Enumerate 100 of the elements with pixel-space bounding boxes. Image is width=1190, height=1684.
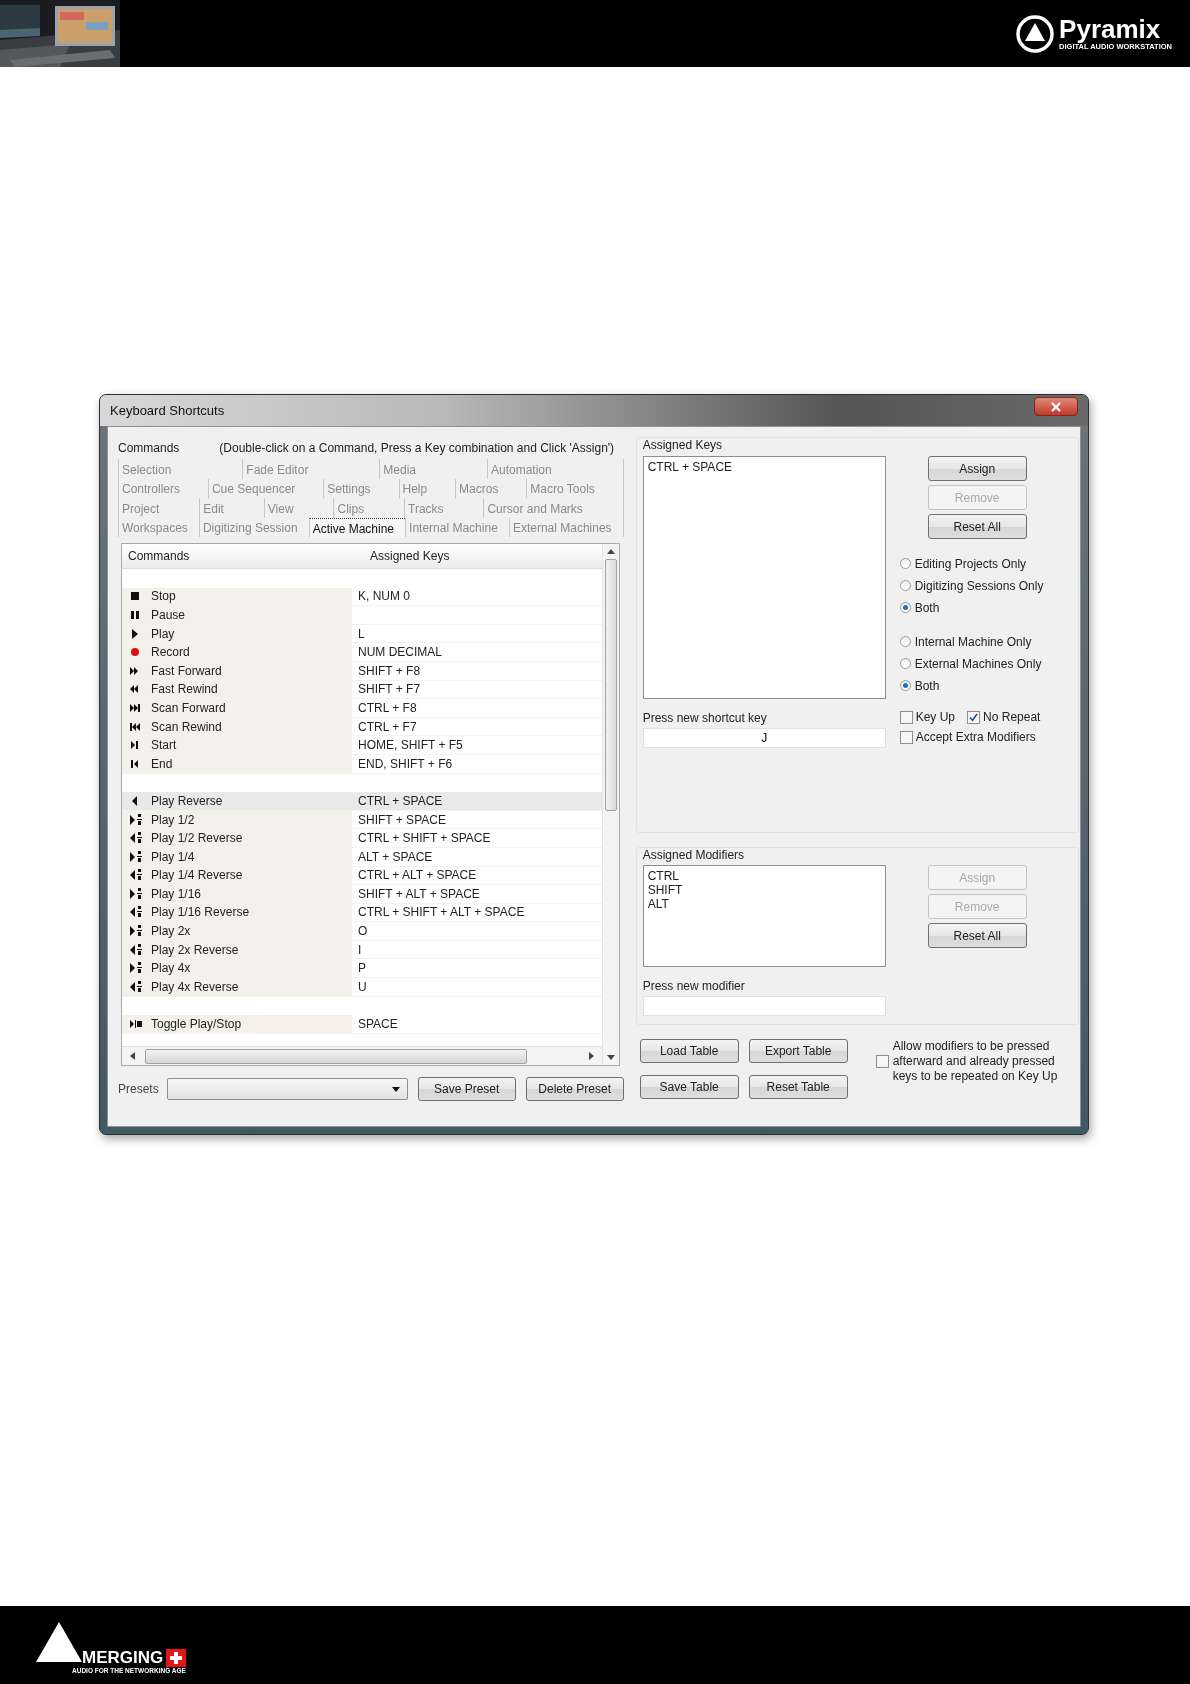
command-name[interactable]: Play 1/2 — [151, 812, 195, 827]
modifier-field[interactable] — [642, 996, 886, 1016]
command-name[interactable]: Play 2x — [151, 924, 191, 939]
checkbox[interactable] — [899, 710, 913, 724]
column-header[interactable]: Commands — [122, 544, 364, 568]
assigned-key: K, NUM 0 — [358, 589, 410, 604]
radio-button[interactable] — [899, 602, 911, 613]
command-name[interactable]: Record — [151, 645, 190, 660]
scrollbar-thumb[interactable] — [145, 1048, 527, 1064]
radio-label: Digitizing Sessions Only — [914, 578, 1044, 593]
stop-icon — [130, 590, 142, 603]
command-name[interactable]: End — [151, 756, 173, 771]
skip-back-icon — [130, 720, 142, 733]
presets-label: Presets — [118, 1082, 159, 1096]
table-button[interactable]: Load Table — [639, 1039, 739, 1063]
assigned-key: CTRL + ALT + SPACE — [358, 868, 477, 883]
scroll-down-icon — [606, 1055, 615, 1060]
triangle-logo-icon — [1015, 13, 1056, 54]
scroll-left-icon — [130, 1052, 135, 1060]
play-stop-icon — [130, 1018, 142, 1031]
radio-button[interactable] — [899, 558, 911, 569]
command-name[interactable]: Play 4x — [151, 961, 191, 976]
reverse-speed-icon — [130, 943, 142, 956]
table-button[interactable]: Export Table — [748, 1039, 848, 1063]
preset-button[interactable]: Delete Preset — [525, 1077, 624, 1101]
assigned-key: NUM DECIMAL — [358, 645, 442, 660]
reverse-speed-icon — [130, 980, 142, 993]
command-name[interactable]: Play — [151, 626, 175, 641]
assigned-key: ALT + SPACE — [358, 849, 433, 864]
modifier-button[interactable]: Reset All — [927, 923, 1027, 948]
scrollbar-thumb[interactable] — [604, 559, 617, 811]
record-icon — [130, 646, 142, 659]
list-item[interactable]: SHIFT — [647, 883, 881, 897]
checkbox-label: Key Up — [915, 710, 956, 724]
dropdown-caret-icon — [391, 1086, 400, 1092]
shortcut-field[interactable]: J — [642, 728, 886, 748]
list-item[interactable]: CTRL + SPACE — [647, 460, 881, 474]
assigned-key: O — [358, 924, 368, 939]
checkbox[interactable] — [967, 710, 981, 724]
assigned-key: P — [358, 961, 366, 976]
list-item[interactable]: CTRL — [647, 869, 881, 883]
close-icon — [1050, 401, 1062, 412]
radio-button[interactable] — [899, 580, 911, 591]
preset-button[interactable]: Save Preset — [417, 1077, 516, 1101]
presets-dropdown[interactable] — [166, 1078, 408, 1100]
assigned-key: U — [358, 979, 367, 994]
close-button[interactable] — [1034, 397, 1078, 416]
checkbox-label: No Repeat — [983, 710, 1041, 724]
assigned-key: SHIFT + F8 — [358, 663, 421, 678]
field-label: Press new modifier — [642, 979, 746, 993]
commands-label: Commands — [118, 441, 180, 455]
horizontal-scrollbar[interactable] — [122, 1046, 602, 1065]
radio-label: Editing Projects Only — [914, 556, 1027, 571]
assigned-key: END, SHIFT + F6 — [358, 756, 453, 771]
window-title: Keyboard Shortcuts — [110, 403, 225, 418]
list-item[interactable]: ALT — [647, 897, 881, 911]
cross-flag-icon — [166, 1649, 187, 1667]
command-name[interactable]: Play 1/4 — [151, 849, 195, 864]
assigned-key: L — [358, 626, 365, 641]
group-label: Assigned Modifiers — [642, 848, 746, 862]
assigned-keys-list[interactable]: CTRL + SPACE — [642, 456, 886, 699]
assigned-key: SPACE — [358, 1017, 398, 1032]
assigned-modifiers-list[interactable]: CTRL SHIFT ALT — [642, 865, 886, 967]
radio-button[interactable] — [899, 680, 911, 691]
column-header[interactable]: Assigned Keys — [364, 544, 602, 568]
checkbox-label: Accept Extra Modifiers — [915, 730, 1036, 744]
assigned-key: CTRL + F7 — [358, 719, 417, 734]
play-speed-icon — [130, 850, 142, 863]
assigned-key: CTRL + SPACE — [358, 793, 443, 808]
radio-label: Both — [914, 600, 940, 615]
brand-name: Pyramix — [1059, 16, 1162, 42]
assigned-key: SHIFT + ALT + SPACE — [358, 886, 480, 901]
pause-icon — [130, 609, 142, 621]
table-button[interactable]: Save Table — [639, 1075, 739, 1099]
play-speed-icon — [130, 925, 142, 938]
key-button[interactable]: Reset All — [927, 514, 1027, 539]
checkbox[interactable] — [899, 730, 913, 744]
play-speed-icon — [130, 962, 142, 975]
tab[interactable]: Active Machine — [308, 517, 406, 537]
radio-label: Internal Machine Only — [914, 634, 1032, 649]
mountain-logo-icon — [36, 1622, 82, 1662]
checkbox[interactable] — [875, 1055, 889, 1068]
scroll-right-icon — [588, 1052, 594, 1060]
assigned-key: SHIFT + SPACE — [358, 812, 446, 827]
command-name[interactable]: Pause — [151, 608, 186, 622]
table-button[interactable]: Reset Table — [748, 1075, 848, 1099]
radio-label: Both — [914, 678, 940, 693]
assigned-key: CTRL + SHIFT + ALT + SPACE — [358, 905, 525, 920]
skip-forward-icon — [130, 701, 142, 714]
radio-button[interactable] — [899, 658, 911, 669]
play-speed-icon — [130, 887, 142, 900]
key-button[interactable]: Assign — [927, 456, 1027, 481]
vertical-scrollbar[interactable] — [601, 544, 619, 1065]
command-name[interactable]: Play 1/16 — [151, 886, 202, 901]
scroll-up-icon — [606, 549, 615, 554]
checkbox-label: Allow modifiers to be pressed afterward and already pressed keys to be repeated on Key Up — [892, 1039, 1059, 1084]
radio-button[interactable] — [899, 636, 911, 647]
command-name[interactable]: Start — [151, 738, 177, 753]
command-name[interactable]: Stop — [151, 589, 176, 604]
assigned-key: SHIFT + F7 — [358, 682, 421, 697]
